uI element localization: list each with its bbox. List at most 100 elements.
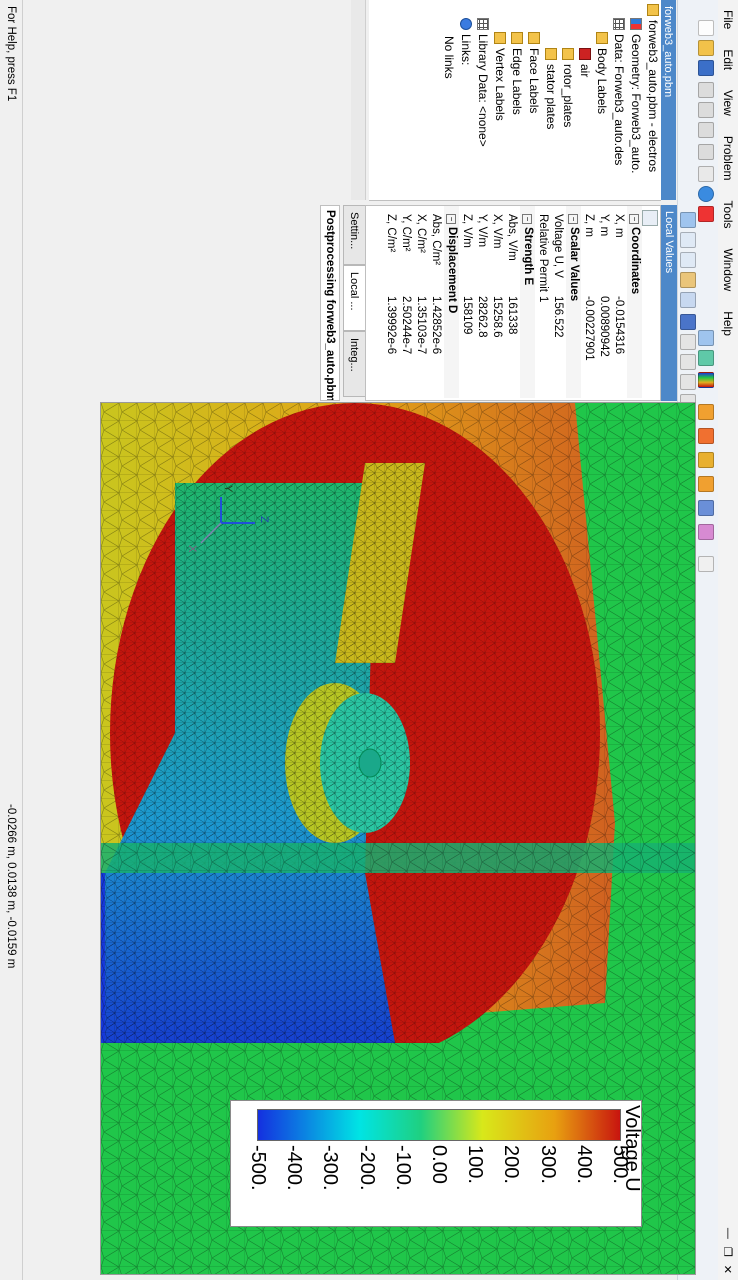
local-values-section[interactable]: − Strength E [520, 206, 535, 398]
status-bar: For Help, press F1 -0.0266 m, 0.0138 m, … [0, 0, 23, 1280]
open-icon[interactable] [698, 40, 714, 56]
stripes-icon[interactable] [698, 476, 714, 492]
body-label-icon [579, 48, 591, 60]
tree-item-library-data[interactable]: Library Data: <none> [475, 18, 491, 147]
pan-icon[interactable] [680, 272, 696, 288]
tree-scrollbar[interactable] [351, 0, 366, 200]
settings-icon[interactable] [642, 210, 658, 226]
menu-tools[interactable]: Tools [718, 191, 738, 239]
data-icon [613, 18, 625, 30]
folder-icon [494, 32, 506, 44]
close-icon[interactable]: ✕ [722, 1265, 735, 1274]
tree-item-stator-plates[interactable]: stator plates [543, 48, 559, 129]
local-values-pane: − Coordinates X, m -0.0154316 Y, m 0.00890942… [365, 205, 661, 401]
tree-item-geometry[interactable]: Geometry: Forweb3_auto. [628, 18, 644, 173]
view-top-icon[interactable] [680, 354, 696, 370]
status-coords: -0.0266 m, 0.0138 m, -0.0159 m [5, 804, 17, 969]
zoom-fit-icon[interactable] [680, 292, 696, 308]
legend-tick-label: -400. [283, 1145, 306, 1191]
legend-tick-label: 0.00 [428, 1145, 450, 1184]
cut-icon[interactable] [698, 82, 714, 98]
zoom-out-icon[interactable] [680, 252, 696, 268]
menu-window[interactable]: Window [718, 239, 738, 302]
tree-item-edge-labels[interactable]: Edge Labels [509, 32, 525, 115]
tree-item-vertex-labels[interactable]: Vertex Labels [492, 32, 508, 121]
tab-settings[interactable]: Settin... [343, 205, 365, 265]
contour-icon[interactable] [698, 452, 714, 468]
globe-icon[interactable] [698, 186, 714, 202]
collapse-icon[interactable]: − [446, 214, 456, 224]
tree-item-air[interactable]: air [577, 48, 593, 77]
mesh-icon[interactable] [698, 330, 714, 346]
tree-item-data[interactable]: Data: Forweb3_auto.des [611, 18, 627, 165]
path-icon[interactable] [698, 500, 714, 516]
tab-integrals[interactable]: Integ... [343, 331, 365, 397]
print-icon[interactable] [698, 144, 714, 160]
value-cell: 1.35103e-7 [415, 296, 427, 355]
tree-item-no-links: No links [442, 36, 456, 79]
tree-item-rotor-plates[interactable]: rotor_plates [560, 48, 576, 127]
folder-icon [528, 32, 540, 44]
menu-file[interactable]: File [718, 0, 738, 39]
local-values-row: Abs, V/m 161338 [504, 206, 519, 398]
app-window: File Edit View Problem Tools Window Help… [0, 0, 738, 1280]
legend-gradient-bar [257, 1109, 621, 1141]
view-side-icon[interactable] [680, 374, 696, 390]
value-cell: -0.0154316 [613, 296, 625, 355]
value-cell: 161338 [506, 296, 518, 335]
local-values-section[interactable]: − Scalar Values [566, 206, 581, 398]
legend-tick-label: -100. [391, 1145, 414, 1191]
menu-help[interactable]: Help [718, 301, 738, 346]
save-icon[interactable] [698, 60, 714, 76]
local-values-row: Z, V/m 158109 [459, 206, 474, 398]
new-icon[interactable] [698, 20, 714, 36]
local-values-row: Y, V/m 28262.8 [474, 206, 489, 398]
restore-icon[interactable]: ❐ [722, 1247, 735, 1257]
section-name: Displacement D [446, 227, 458, 314]
copy-icon[interactable] [698, 102, 714, 118]
local-values-section[interactable]: − Coordinates [627, 206, 642, 398]
legend-tick-label: 400. [572, 1145, 595, 1184]
color-map-icon[interactable] [698, 372, 714, 388]
collapse-icon[interactable]: − [568, 214, 578, 224]
grid-icon[interactable] [698, 350, 714, 366]
stop-icon[interactable] [698, 206, 714, 222]
menu-view[interactable]: View [718, 80, 738, 126]
local-values-row: Abs, C/m² 1.42852e-6 [428, 206, 443, 398]
minimize-icon[interactable]: — [722, 1228, 735, 1239]
collapse-icon[interactable]: − [522, 214, 532, 224]
select-icon[interactable] [680, 212, 696, 228]
menu-problem[interactable]: Problem [718, 126, 738, 191]
local-values-section[interactable]: − Displacement D [444, 206, 459, 398]
paste-icon[interactable] [698, 122, 714, 138]
legend-tick-label: 100. [464, 1145, 487, 1184]
tree-item-problem[interactable]: forweb3_auto.pbm - electros [645, 4, 661, 172]
menu-bar: File Edit View Problem Tools Window Help… [717, 0, 738, 1280]
document-tab[interactable]: Postprocessing forweb3_auto.pbm:2 [320, 205, 340, 401]
arrows-icon[interactable] [698, 428, 714, 444]
zoom-in-icon[interactable] [680, 232, 696, 248]
collapse-icon[interactable]: − [629, 214, 639, 224]
tree-item-body-labels[interactable]: Body Labels [594, 32, 610, 114]
tree-item-links[interactable]: Links: [458, 18, 474, 65]
view-front-icon[interactable] [680, 334, 696, 350]
surface-icon[interactable] [698, 524, 714, 540]
value-cell: 1 [537, 296, 549, 303]
value-key: Voltage U, V [552, 214, 564, 278]
value-cell: 156.522 [552, 296, 564, 338]
value-key: Relative Permit [537, 214, 549, 292]
tab-local-values[interactable]: Local ... [343, 265, 365, 331]
menu-edit[interactable]: Edit [718, 39, 738, 80]
color-legend: Voltage U 500. 400. 300. 200. 100. 0.00 -100. -… [230, 1100, 643, 1227]
value-key: X, C/m² [415, 214, 427, 253]
cube-icon[interactable] [680, 314, 696, 330]
value-cell: -0.00227901 [583, 296, 595, 361]
plot-icon[interactable] [698, 556, 714, 572]
problem-tree: forweb3_auto.pbm - electros Geometry: Fo… [369, 0, 661, 201]
field-lines-icon[interactable] [698, 404, 714, 420]
legend-ticks: 500. 400. 300. 200. 100. 0.00 -100. -200. -300. -… [247, 1145, 631, 1225]
local-values-row: Relative Permit 1 [535, 206, 550, 398]
help-pointer-icon[interactable] [698, 166, 714, 182]
tree-item-face-labels[interactable]: Face Labels [526, 32, 542, 113]
links-icon [460, 18, 472, 30]
